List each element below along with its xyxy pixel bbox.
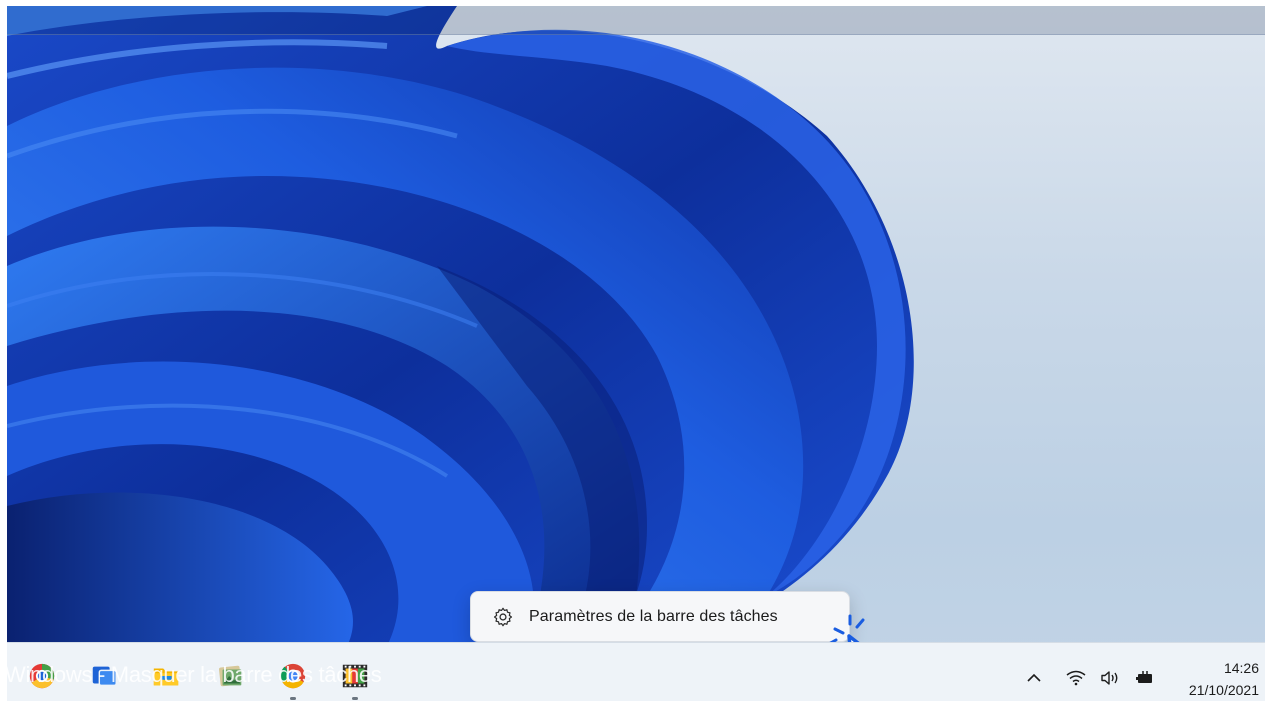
clock-time: 14:26 [1223,660,1259,676]
clock-date: 21/10/2021 [1188,682,1259,698]
volume-icon [1101,671,1118,685]
battery-icon [1136,671,1152,683]
gear-icon [493,607,513,626]
top-bar [7,6,1265,35]
desktop: Paramètres de la barre des tâches 14:26 … [7,6,1265,701]
running-indicator [290,697,296,700]
network-button[interactable] [1063,665,1089,691]
overlay-caption: Windows - Masquer la barre des tâches [7,662,382,687]
show-hidden-icons-button[interactable] [1023,665,1045,691]
battery-button[interactable] [1131,665,1157,691]
wifi-icon [1066,670,1086,686]
chevron-up-icon [1027,673,1041,682]
context-menu-taskbar-settings[interactable]: Paramètres de la barre des tâches [529,608,778,626]
running-indicator [352,697,358,700]
taskbar-context-menu[interactable]: Paramètres de la barre des tâches [470,591,850,642]
system-clock[interactable]: 14:26 21/10/2021 [1173,657,1259,701]
volume-button[interactable] [1097,665,1123,691]
